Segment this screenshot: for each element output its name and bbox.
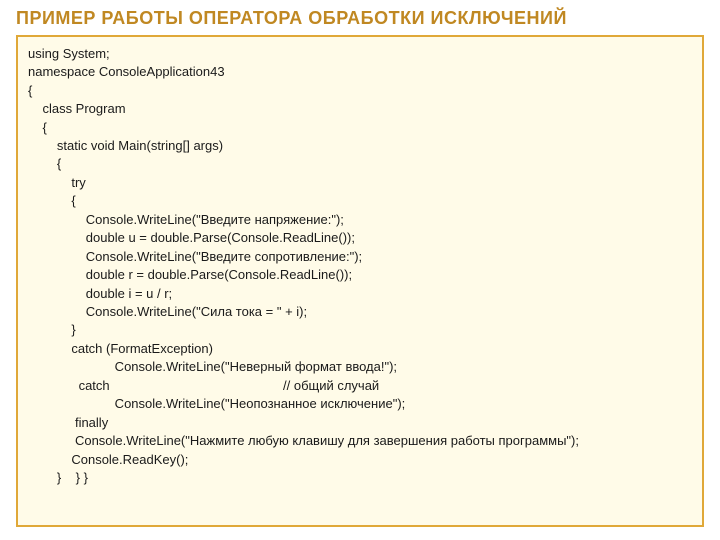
code-line: { — [28, 155, 692, 173]
code-line: class Program — [28, 100, 692, 118]
code-line: double r = double.Parse(Console.ReadLine… — [28, 266, 692, 284]
code-line: namespace ConsoleApplication43 — [28, 63, 692, 81]
slide: ПРИМЕР РАБОТЫ ОПЕРАТОРА ОБРАБОТКИ ИСКЛЮЧ… — [0, 0, 720, 540]
code-line: } — [28, 321, 692, 339]
code-line: Console.ReadKey(); — [28, 451, 692, 469]
code-line: double i = u / r; — [28, 285, 692, 303]
code-line: Console.WriteLine("Неверный формат ввода… — [28, 358, 692, 376]
code-line: catch // общий случай — [28, 377, 692, 395]
code-line: Console.WriteLine("Сила тока = " + i); — [28, 303, 692, 321]
code-line: Console.WriteLine("Введите сопротивление… — [28, 248, 692, 266]
code-line: } } } — [28, 469, 692, 487]
code-line: using System; — [28, 45, 692, 63]
code-line: { — [28, 82, 692, 100]
code-line: try — [28, 174, 692, 192]
code-line: { — [28, 119, 692, 137]
code-line: Console.WriteLine("Введите напряжение:")… — [28, 211, 692, 229]
code-line: { — [28, 192, 692, 210]
slide-title: ПРИМЕР РАБОТЫ ОПЕРАТОРА ОБРАБОТКИ ИСКЛЮЧ… — [16, 8, 704, 29]
code-line: catch (FormatException) — [28, 340, 692, 358]
code-line: double u = double.Parse(Console.ReadLine… — [28, 229, 692, 247]
code-line: Console.WriteLine("Нажмите любую клавишу… — [28, 432, 692, 450]
code-line: Console.WriteLine("Неопознанное исключен… — [28, 395, 692, 413]
code-box: using System; namespace ConsoleApplicati… — [16, 35, 704, 527]
code-line: finally — [28, 414, 692, 432]
code-line: static void Main(string[] args) — [28, 137, 692, 155]
